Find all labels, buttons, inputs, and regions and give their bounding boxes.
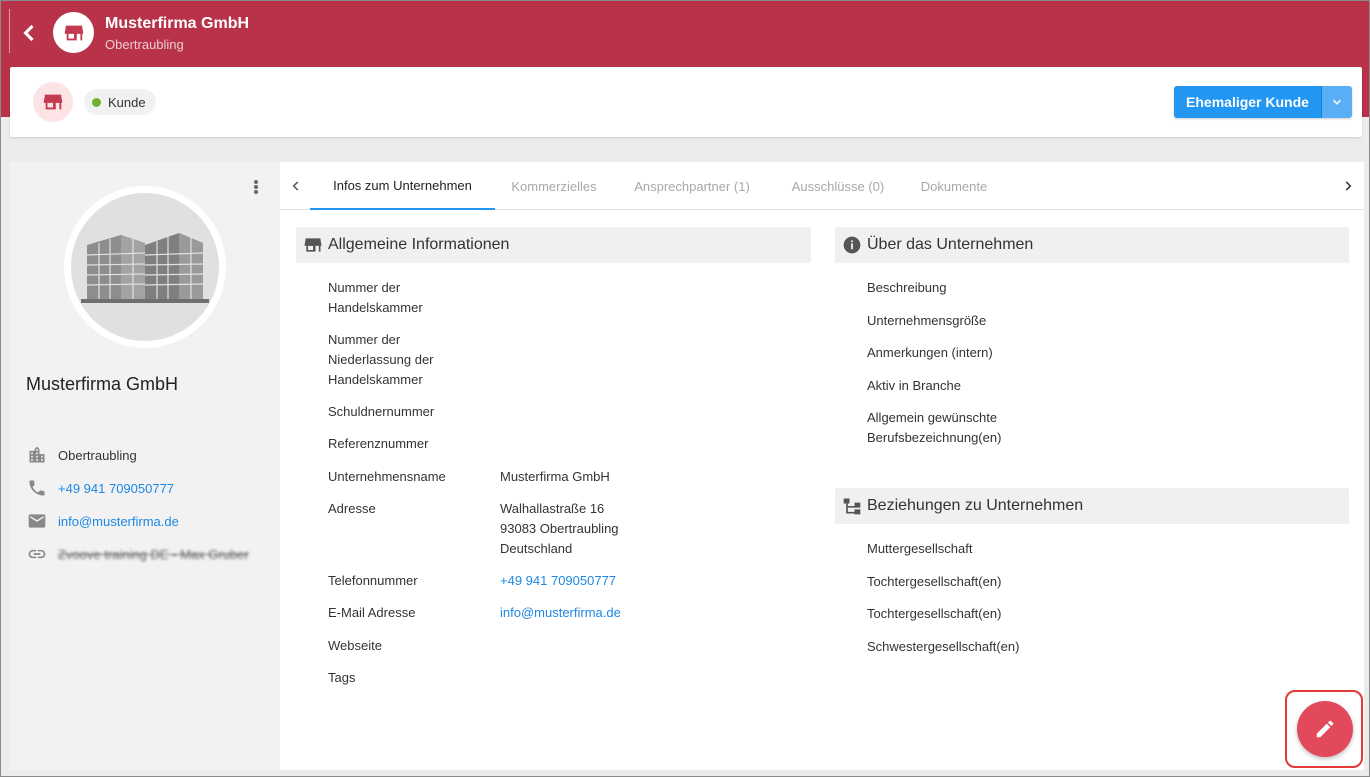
tab-documents[interactable]: Dokumente (908, 162, 1000, 210)
store-icon (64, 25, 83, 40)
phone-icon (29, 480, 45, 496)
action-button-group: Ehemaliger Kunde (1174, 86, 1352, 118)
field-label: Nummer der Handelskammer (328, 280, 423, 315)
chevron-left-icon (23, 24, 34, 42)
phone-link[interactable]: +49 941 709050777 (58, 481, 174, 496)
main-panel: Infos zum Unternehmen Kommerzielles Ansp… (280, 162, 1364, 770)
linked-account-text[interactable]: Zvoove training DE - Max Gruber (58, 547, 249, 562)
address-line: 93083 Obertraubling (500, 521, 619, 536)
city-icon (29, 446, 45, 463)
store-icon (304, 238, 322, 252)
field-label: Telefonnummer (328, 573, 418, 588)
status-dot (92, 97, 101, 107)
field-label: Referenznummer (328, 436, 429, 451)
address-line: Walhallastraße 16 (500, 501, 605, 516)
tab-bar: Infos zum Unternehmen Kommerzielles Ansp… (280, 162, 1364, 210)
page-title: Musterfirma GmbH (105, 15, 250, 32)
about-header: Über das Unternehmen (835, 227, 1349, 263)
status-label: Kunde (108, 94, 146, 110)
relations-title: Beziehungen zu Unternehmen (867, 497, 1084, 514)
address-value: Walhallastraße 16 93083 Obertraubling De… (500, 499, 619, 559)
field-label: Beschreibung (867, 280, 947, 295)
field-label: Allgemein gewünschte Berufsbezeichnung(e… (867, 410, 1002, 445)
address-line: Deutschland (500, 541, 573, 556)
field-label: Schuldnernummer (328, 404, 435, 419)
field-label: Unternehmensgröße (867, 313, 987, 328)
phone-row: +49 941 709050777 (26, 477, 174, 499)
info-icon (843, 236, 861, 254)
relations-header: Beziehungen zu Unternehmen (835, 488, 1349, 524)
pencil-icon (1316, 720, 1334, 738)
header-avatar (33, 82, 73, 122)
header-card: Kunde Ehemaliger Kunde (10, 67, 1362, 137)
tab-scroll-right[interactable] (1338, 176, 1358, 196)
field-label: E-Mail Adresse (328, 605, 416, 620)
company-name-value: Musterfirma GmbH (500, 469, 610, 484)
field-label: Tags (328, 670, 356, 685)
email-row: info@musterfirma.de (26, 510, 179, 532)
chevron-left-icon (292, 181, 299, 191)
field-label: Unternehmensname (328, 469, 446, 484)
kebab-dot (254, 190, 258, 194)
field-label: Aktiv in Branche (867, 378, 961, 393)
kebab-dot (254, 185, 258, 189)
kebab-dot (254, 180, 258, 184)
phone-value-link[interactable]: +49 941 709050777 (500, 571, 616, 591)
general-info-title: Allgemeine Informationen (328, 236, 510, 253)
more-options-button[interactable] (252, 178, 260, 196)
store-icon (43, 94, 63, 110)
back-button[interactable] (15, 19, 43, 47)
chevron-right-icon (1345, 181, 1352, 191)
chevron-down-icon (1332, 99, 1342, 105)
field-label: Schwestergesellschaft(en) (867, 639, 1020, 654)
tab-company-info[interactable]: Infos zum Unternehmen (310, 162, 495, 210)
company-name: Musterfirma GmbH (26, 374, 179, 394)
profile-panel: Musterfirma GmbH Obertraubling +49 941 7… (10, 162, 280, 770)
company-avatar (53, 12, 94, 53)
field-label: Anmerkungen (intern) (867, 345, 993, 360)
tab-scroll-left[interactable] (286, 176, 306, 196)
field-label: Tochtergesellschaft(en) (867, 574, 1002, 589)
tab-exclusions[interactable]: Ausschlüsse (0) (780, 162, 896, 210)
city-row: Obertraubling (26, 444, 137, 466)
mail-icon (28, 514, 46, 528)
field-label: Nummer der Niederlassung der Handelskamm… (328, 332, 434, 387)
email-value-link[interactable]: info@musterfirma.de (500, 603, 621, 623)
divider (9, 9, 10, 53)
hierarchy-icon (843, 498, 861, 515)
field-label: Muttergesellschaft (867, 541, 973, 556)
action-dropdown-button[interactable] (1321, 86, 1352, 118)
general-info-header: Allgemeine Informationen (296, 227, 811, 263)
link-icon (28, 549, 46, 559)
field-label: Adresse (328, 501, 376, 516)
field-label: Tochtergesellschaft(en) (867, 606, 1002, 621)
tab-commercial[interactable]: Kommerzielles (498, 162, 610, 210)
tab-contacts[interactable]: Ansprechpartner (1) (622, 162, 762, 210)
email-link[interactable]: info@musterfirma.de (58, 514, 179, 529)
about-title: Über das Unternehmen (867, 236, 1034, 253)
former-customer-button[interactable]: Ehemaliger Kunde (1174, 86, 1321, 118)
building-icon (81, 233, 209, 303)
status-badge: Kunde (84, 89, 156, 115)
edit-button[interactable] (1297, 701, 1353, 757)
city-text: Obertraubling (58, 447, 137, 463)
company-logo (64, 186, 226, 348)
link-row: Zvoove training DE - Max Gruber (26, 543, 249, 565)
field-label: Webseite (328, 638, 382, 653)
page-subtitle: Obertraubling (105, 37, 184, 52)
